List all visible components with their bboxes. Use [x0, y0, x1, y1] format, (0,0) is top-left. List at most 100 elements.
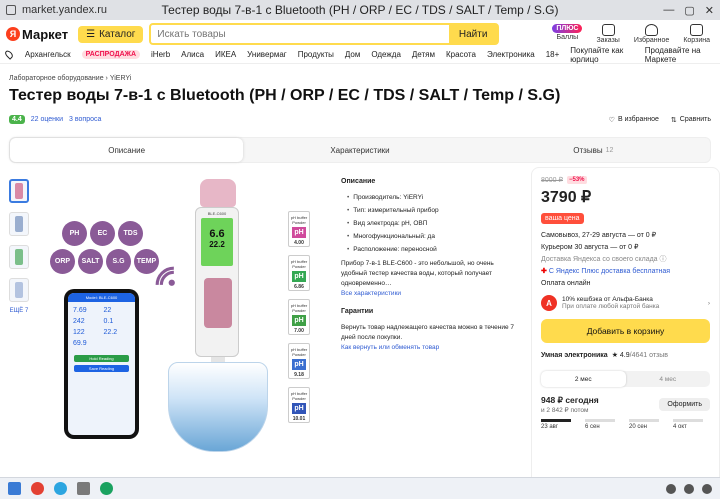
courier-row[interactable]: Курьером 30 августа — от 0 ₽ [541, 242, 710, 254]
orders-button[interactable]: Заказы [596, 24, 620, 44]
breadcrumb-category[interactable]: Лабораторное оборудование [9, 75, 104, 82]
thumbnail[interactable] [9, 179, 29, 203]
description-heading: Описание [341, 178, 376, 185]
breadcrumb: Лабораторное оборудование › YiERYi [0, 64, 720, 82]
start-icon[interactable] [8, 482, 21, 495]
telegram-icon[interactable] [54, 482, 67, 495]
buffer-ph-badge: pH [292, 359, 306, 370]
nav-item[interactable]: 18+ [546, 50, 560, 59]
spec-item: Производитель: YiERYi [347, 193, 521, 203]
tab-reviews[interactable]: Отзывы 12 [477, 138, 710, 162]
plus-label: Баллы [556, 34, 579, 41]
close-icon[interactable]: ✕ [705, 4, 714, 17]
spec-text: Тип: измерительный прибор [353, 206, 439, 214]
add-to-cart-button[interactable]: Добавить в корзину [541, 319, 710, 344]
split-tab[interactable]: 4 мес [626, 371, 711, 387]
your-price-badge: ваша цена [541, 213, 584, 224]
nav-item[interactable]: Красота [446, 50, 476, 59]
url-text[interactable]: market.yandex.ru [22, 4, 107, 16]
split-tabs: 2 мес 4 мес [541, 371, 711, 388]
cart-button[interactable]: Корзина [683, 24, 710, 44]
sg-bubble: S.G [106, 249, 131, 274]
nav-item[interactable]: iHerb [151, 50, 170, 59]
pickup-cost: — от 0 ₽ [627, 232, 657, 239]
search-button[interactable]: Найти [448, 25, 498, 43]
buffer-packet: pH buffer Powder pH 7.00 [288, 299, 310, 335]
thumbnail[interactable] [9, 245, 29, 269]
window-title: Тестер воды 7-в-1 с Bluetooth (PH / ORP … [161, 3, 559, 17]
seller-name: Умная электроника [541, 351, 608, 359]
nav-item[interactable]: Электроника [487, 50, 535, 59]
seller-row[interactable]: Умная электроника ★ 4.9/4641 отзыв [541, 351, 710, 360]
maximize-icon[interactable]: ▢ [684, 4, 694, 17]
buffer-value: 9.18 [294, 372, 304, 378]
nav-item[interactable]: Универмаг [247, 50, 287, 59]
heart-icon [645, 24, 659, 36]
chrome-icon[interactable] [31, 482, 44, 495]
spec-text: Производитель: YiERYi [353, 193, 424, 201]
plus-delivery-link[interactable]: ✚ С Яндекс Плюс доставка бесплатная [541, 268, 670, 275]
lock-icon [6, 5, 16, 15]
edge-icon[interactable] [100, 482, 113, 495]
return-link[interactable]: Как вернуть или обменять товар [341, 343, 521, 353]
favorites-button[interactable]: Избранное [634, 24, 669, 44]
all-specs-link[interactable]: Все характеристики [341, 289, 521, 299]
compare-button[interactable]: ⇅ Сравнить [671, 116, 711, 124]
plus-delivery-icon: ✚ [541, 267, 547, 275]
compare-label: Сравнить [679, 116, 711, 123]
thumbnail[interactable] [9, 212, 29, 236]
favorite-button[interactable]: ♡ В избранное [609, 116, 659, 124]
business-link[interactable]: Покупайте как юрлицо [570, 46, 635, 64]
catalog-button[interactable]: ☰ Каталог [78, 25, 144, 43]
pickup-row[interactable]: Самовывоз, 27-29 августа — от 0 ₽ [541, 230, 710, 242]
browser-address-bar[interactable]: market.yandex.ru Тестер воды 7-в-1 с Blu… [0, 0, 720, 20]
tab-label: Описание [108, 145, 146, 155]
old-price-row: 8000 ₽ −53% [541, 176, 710, 184]
thumbnail[interactable] [9, 278, 29, 302]
sell-link[interactable]: Продавайте на Маркете [645, 46, 714, 64]
catalog-label: Каталог [99, 28, 136, 40]
nav-item[interactable]: Алиса [181, 50, 204, 59]
buffer-ph-badge: pH [292, 227, 306, 238]
minimize-icon[interactable]: — [663, 4, 674, 17]
reviews-link[interactable]: 22 оценки [31, 116, 63, 123]
tab-characteristics[interactable]: Характеристики [243, 138, 476, 162]
files-icon[interactable] [77, 482, 90, 495]
buffer-packet: pH buffer Powder pH 4.00 [288, 211, 310, 247]
tab-count: 12 [605, 146, 614, 154]
split-tab[interactable]: 2 мес [541, 371, 626, 388]
nav-item[interactable]: Детям [412, 50, 435, 59]
city-selector[interactable]: Архангельск [25, 50, 71, 59]
buffer-label: pH buffer Powder [290, 347, 308, 357]
product-image[interactable]: PH EC TDS ORP SALT S.G TEMP Model: BLE-C… [50, 179, 330, 475]
tester-keys [204, 278, 232, 328]
breadcrumb-brand[interactable]: YiERYi [110, 75, 132, 82]
split-checkout-button[interactable]: Оформить [659, 398, 710, 412]
market-logo[interactable]: Я Маркет [6, 27, 68, 42]
nav-item[interactable]: Одежда [371, 50, 401, 59]
tray-icon[interactable] [702, 483, 712, 494]
header-icons: ПЛЮС Баллы Заказы Избранное Корзина [552, 24, 710, 44]
info-icon[interactable]: ⓘ [660, 256, 667, 263]
display-value: 6.6 [209, 228, 225, 240]
plus-button[interactable]: ПЛЮС Баллы [552, 24, 583, 44]
more-images-link[interactable]: ЕЩЁ 7 [9, 308, 29, 314]
cashback-subtitle: При оплате любой картой банка [562, 303, 660, 311]
ec-bubble: EC [90, 221, 115, 246]
rating-badge: 4.4 [9, 115, 25, 124]
questions-link[interactable]: 3 вопроса [69, 116, 101, 123]
nav-item[interactable]: Дом [345, 50, 360, 59]
tray-icon[interactable] [684, 483, 694, 494]
description-text: Прибор 7-в-1 BLE-C600 - это небольшой, н… [341, 260, 494, 288]
buffer-packet: pH buffer Powder pH 10.01 [288, 387, 310, 423]
site-header: Я Маркет ☰ Каталог Найти ПЛЮС Баллы Зака… [0, 22, 720, 46]
tray-icon[interactable] [666, 483, 676, 494]
nav-item[interactable]: ИКЕА [215, 50, 236, 59]
sale-link[interactable]: РАСПРОДАЖА [81, 50, 141, 59]
search-input[interactable] [151, 28, 449, 40]
nav-item[interactable]: Продукты [298, 50, 334, 59]
chevron-right-icon: › [707, 299, 710, 307]
tab-description[interactable]: Описание [10, 138, 244, 162]
cashback-offer[interactable]: А 10% кешбэка от Альфа-Банка При оплате л… [541, 295, 710, 312]
split-prices: 948 ₽ сегодня и 2 842 ₽ потом [541, 395, 599, 414]
